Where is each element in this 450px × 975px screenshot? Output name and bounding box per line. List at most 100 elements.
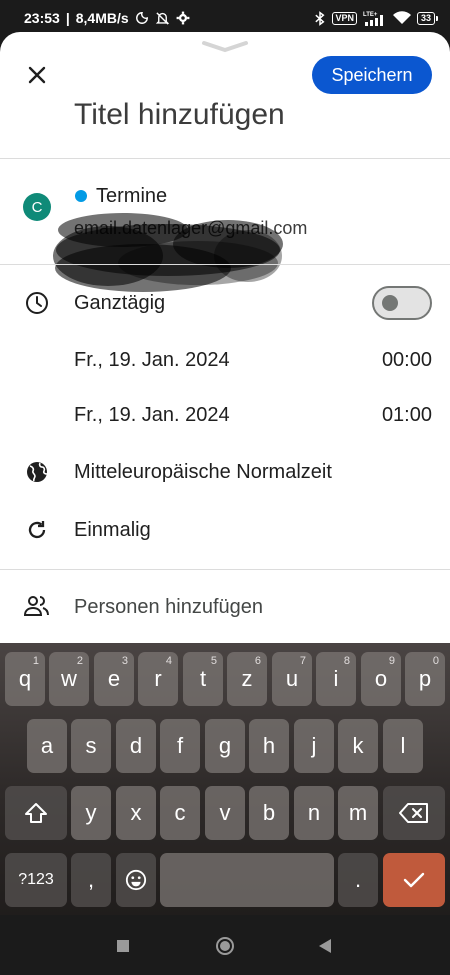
key-x[interactable]: x — [116, 786, 156, 840]
key-hint: 7 — [299, 655, 306, 667]
key-p[interactable]: p0 — [405, 652, 445, 706]
sheet-drag-handle[interactable] — [200, 40, 250, 54]
comma-key[interactable]: , — [71, 853, 111, 907]
emoji-icon — [125, 869, 147, 891]
all-day-label: Ganztägig — [74, 292, 166, 314]
square-icon — [117, 940, 129, 952]
key-g[interactable]: g — [205, 719, 245, 773]
key-b[interactable]: b — [249, 786, 289, 840]
network-type-label: LTE+ — [363, 12, 378, 18]
calendar-color-dot — [75, 190, 87, 202]
status-left: 23:53 | 8,4MB/s — [24, 10, 190, 26]
key-m[interactable]: m — [338, 786, 378, 840]
key-w[interactable]: w2 — [49, 652, 89, 706]
moon-icon — [135, 11, 149, 25]
network-speed: 8,4MB/s — [75, 10, 129, 26]
divider — [0, 158, 450, 159]
key-s[interactable]: s — [71, 719, 111, 773]
key-hint: 9 — [388, 655, 395, 667]
space-key[interactable] — [160, 853, 334, 907]
key-c[interactable]: c — [160, 786, 200, 840]
key-label: o — [374, 666, 388, 691]
back-button[interactable] — [314, 935, 336, 957]
all-day-toggle[interactable] — [372, 286, 432, 320]
period-key[interactable]: . — [338, 853, 378, 907]
enter-key[interactable] — [383, 853, 445, 907]
vpn-badge: VPN — [332, 11, 357, 25]
close-button[interactable] — [22, 60, 52, 90]
bluetooth-icon — [314, 10, 326, 26]
wifi-icon — [392, 11, 411, 25]
key-o[interactable]: o9 — [361, 652, 401, 706]
cell-signal-icon: LTE+ — [363, 11, 387, 26]
key-u[interactable]: u7 — [272, 652, 312, 706]
key-label: t — [199, 666, 207, 691]
key-j[interactable]: j — [294, 719, 334, 773]
save-button[interactable]: Speichern — [312, 56, 432, 94]
title-input[interactable]: Titel hinzufügen — [74, 98, 285, 132]
key-i[interactable]: i8 — [316, 652, 356, 706]
divider — [0, 264, 450, 265]
repeat-selector[interactable]: Einmalig — [74, 519, 151, 542]
settings-gear-icon — [176, 11, 190, 25]
key-y[interactable]: y — [71, 786, 111, 840]
calendar-selector[interactable]: Termine — [96, 185, 167, 208]
key-label: p — [418, 666, 432, 691]
timezone-selector[interactable]: Mitteleuropäische Normalzeit — [74, 461, 332, 484]
on-screen-keyboard: q1 w2 e3 r4 t5 z6 u7 i8 o9 p0 a s d f g … — [0, 643, 450, 915]
key-label: u — [285, 666, 299, 691]
mute-icon — [155, 11, 170, 26]
status-bar: 23:53 | 8,4MB/s VPN LTE+ 33 — [0, 0, 450, 36]
home-button[interactable] — [214, 935, 236, 957]
avatar: C — [23, 193, 51, 221]
key-label: q — [18, 666, 32, 691]
start-date[interactable]: Fr., 19. Jan. 2024 — [74, 349, 230, 372]
key-t[interactable]: t5 — [183, 652, 223, 706]
key-k[interactable]: k — [338, 719, 378, 773]
checkmark-icon — [403, 872, 425, 888]
clock-icon — [24, 290, 50, 316]
key-label: e — [107, 666, 121, 691]
key-hint: 5 — [210, 655, 217, 667]
key-hint: 6 — [254, 655, 261, 667]
key-r[interactable]: r4 — [138, 652, 178, 706]
key-label: r — [154, 666, 162, 691]
start-time[interactable]: 00:00 — [382, 349, 432, 372]
backspace-key[interactable] — [383, 786, 445, 840]
back-triangle-icon — [319, 939, 331, 953]
key-label: z — [241, 666, 253, 691]
key-q[interactable]: q1 — [5, 652, 45, 706]
end-time[interactable]: 01:00 — [382, 404, 432, 427]
status-separator: | — [65, 10, 70, 26]
key-a[interactable]: a — [27, 719, 67, 773]
key-v[interactable]: v — [205, 786, 245, 840]
globe-icon — [24, 459, 50, 485]
key-z[interactable]: z6 — [227, 652, 267, 706]
recents-button[interactable] — [112, 935, 134, 957]
key-h[interactable]: h — [249, 719, 289, 773]
people-icon — [24, 593, 50, 619]
emoji-key[interactable] — [116, 853, 156, 907]
key-l[interactable]: l — [383, 719, 423, 773]
backspace-icon — [399, 803, 428, 823]
symbols-key[interactable]: ?123 — [5, 853, 67, 907]
key-n[interactable]: n — [294, 786, 334, 840]
key-label: i — [333, 666, 339, 691]
key-f[interactable]: f — [160, 719, 200, 773]
key-hint: 8 — [343, 655, 350, 667]
close-icon — [28, 66, 46, 84]
key-hint: 3 — [121, 655, 128, 667]
navigation-bar — [0, 915, 450, 975]
key-d[interactable]: d — [116, 719, 156, 773]
key-hint: 4 — [165, 655, 172, 667]
status-right: VPN LTE+ 33 — [314, 10, 439, 26]
status-time: 23:53 — [24, 10, 60, 26]
battery-indicator: 33 — [416, 11, 439, 25]
shift-key[interactable] — [5, 786, 67, 840]
shift-icon — [25, 803, 47, 823]
key-e[interactable]: e3 — [94, 652, 134, 706]
toggle-knob — [382, 295, 398, 311]
end-date[interactable]: Fr., 19. Jan. 2024 — [74, 404, 230, 427]
add-people-field[interactable]: Personen hinzufügen — [74, 596, 263, 619]
repeat-icon — [24, 517, 50, 543]
